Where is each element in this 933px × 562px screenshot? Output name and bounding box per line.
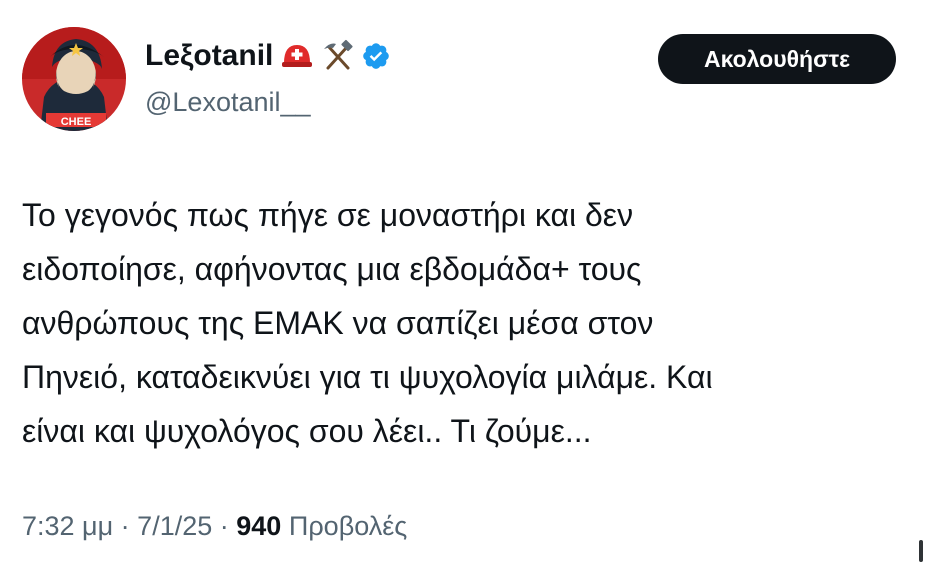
tweet-time[interactable]: 7:32 μμ bbox=[22, 511, 113, 541]
tweet-meta: 7:32 μμ · 7/1/25 · 940 Προβολές bbox=[22, 508, 407, 544]
tweet-text-line: Πηνειό, καταδεικνύει για τι ψυχολογία μι… bbox=[22, 359, 713, 395]
tweet-text-line: είναι και ψυχολόγος σου λέει.. Τι ζούμε.… bbox=[22, 413, 592, 449]
tweet-text: Το γεγονός πως πήγε σε μοναστήρι και δεν… bbox=[22, 188, 912, 458]
meta-separator: · bbox=[113, 511, 138, 541]
user-name-row: Leξotanil bbox=[145, 36, 391, 76]
user-avatar[interactable]: CHEE bbox=[22, 27, 126, 131]
display-name[interactable]: Leξotanil bbox=[145, 36, 273, 76]
avatar-portrait-red-icon: CHEE bbox=[22, 27, 126, 131]
views-count[interactable]: 940 bbox=[236, 511, 281, 541]
svg-text:CHEE: CHEE bbox=[61, 116, 92, 128]
follow-button[interactable]: Ακολουθήστε bbox=[658, 34, 896, 84]
tweet-card: CHEE Leξotanil @Lexotanil__ Ακολουθήστε … bbox=[0, 0, 933, 562]
tweet-text-line: ανθρώπους της ΕΜΑΚ να σαπίζει μέσα στον bbox=[22, 305, 654, 341]
meta-separator: · bbox=[212, 511, 237, 541]
user-handle[interactable]: @Lexotanil__ bbox=[145, 84, 311, 120]
views-label: Προβολές bbox=[288, 511, 408, 541]
rescue-helmet-icon bbox=[280, 39, 314, 73]
tweet-text-line: Το γεγονός πως πήγε σε μοναστήρι και δεν bbox=[22, 197, 634, 233]
tweet-date[interactable]: 7/1/25 bbox=[137, 511, 212, 541]
hammer-and-pick-icon bbox=[321, 39, 355, 73]
scrollbar-thumb[interactable] bbox=[919, 540, 923, 562]
tweet-text-line: ειδοποίησε, αφήνοντας μια εβδομάδα+ τους bbox=[22, 251, 642, 287]
verified-badge-icon[interactable] bbox=[361, 41, 391, 71]
